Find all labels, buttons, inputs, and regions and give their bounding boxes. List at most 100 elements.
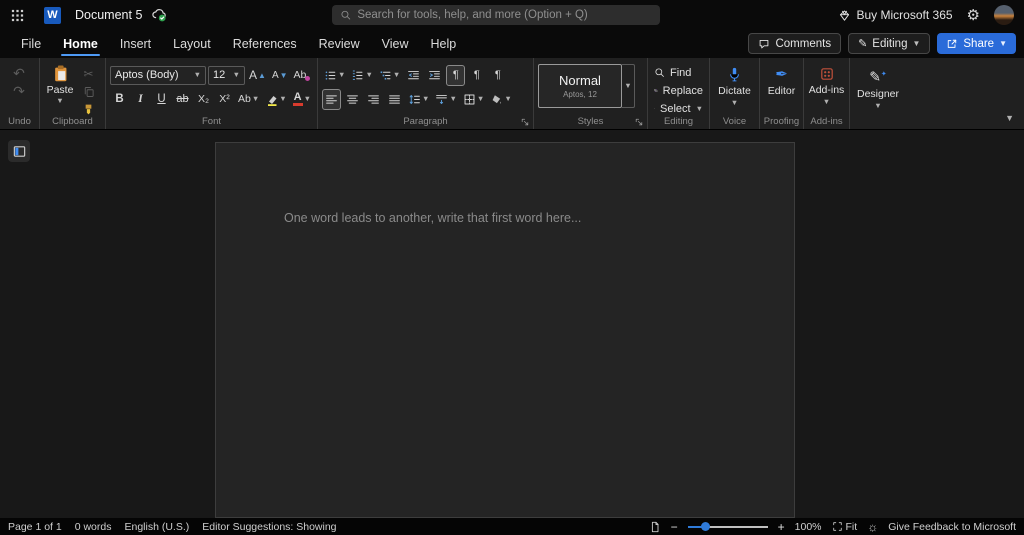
ribbon: ↶ ↷ Undo Paste ▼ ✂ Clipboard Aptos (Body… [0,58,1024,130]
align-right-icon [367,93,380,106]
italic-button[interactable]: I [131,89,150,110]
subscript-button[interactable]: X₂ [194,89,213,110]
saved-to-cloud-icon[interactable] [150,7,168,23]
tab-home[interactable]: Home [52,32,109,56]
redo-button[interactable]: ↷ [13,84,25,98]
app-launcher-button[interactable] [0,0,34,30]
styles-dialog-launcher-icon[interactable] [634,117,644,127]
buy-microsoft-365-button[interactable]: Buy Microsoft 365 [838,8,953,22]
document-page[interactable]: One word leads to another, write that fi… [215,142,795,518]
font-size-value: 12 [213,69,226,81]
align-center-button[interactable] [343,89,362,110]
show-formatting-marks-button[interactable]: ¶ [488,65,507,86]
underline-button[interactable]: U [152,89,171,110]
share-button[interactable]: Share ▼ [937,33,1016,54]
left-to-right-paragraph-button[interactable]: ¶ [446,64,466,86]
style-name: Normal [559,73,601,88]
undo-button[interactable]: ↶ [13,66,25,80]
decrease-indent-button[interactable] [404,65,423,86]
editor-pen-icon: ✒ [775,66,788,83]
page-count-status[interactable]: Page 1 of 1 [8,521,62,533]
strikethrough-button[interactable]: ab [173,89,192,110]
paste-button[interactable]: Paste ▼ [44,64,76,117]
shading-button[interactable]: ▼ [488,89,513,110]
copy-icon [83,86,95,98]
undo-group: ↶ ↷ Undo [0,58,40,129]
paste-label: Paste [46,84,74,96]
undo-group-label: Undo [8,116,31,127]
switch-background-sun-icon[interactable]: ☼ [867,520,878,534]
styles-gallery-expand-button[interactable]: ▼ [622,64,635,108]
word-count-status[interactable]: 0 words [75,521,112,533]
right-to-left-paragraph-button[interactable]: ¶ [467,65,486,86]
zoom-in-button[interactable]: + [778,520,785,534]
fit-to-page-button[interactable]: Fit [832,521,857,533]
dictate-button[interactable]: Dictate ▼ [714,63,755,107]
shrink-font-button[interactable]: A ▼ [270,65,290,86]
font-size-dropdown[interactable]: 12 ▼ [208,65,245,85]
superscript-button[interactable]: X² [215,89,234,110]
paragraph-spacing-icon [435,93,448,106]
borders-button[interactable]: ▼ [461,89,486,110]
tab-layout[interactable]: Layout [162,32,222,56]
zoom-slider[interactable] [687,521,768,533]
settings-gear-icon[interactable]: ⚙ [967,6,980,24]
paragraph-dialog-launcher-icon[interactable] [520,117,530,127]
grow-font-button[interactable]: A ▲ [247,65,268,86]
chevron-down-icon: ▼ [338,70,346,80]
font-color-button[interactable]: A ▼ [291,89,313,110]
format-painter-icon [82,103,95,116]
change-case-button[interactable]: Ab ▼ [236,89,261,110]
editor-suggestions-status[interactable]: Editor Suggestions: Showing [202,521,336,533]
find-button[interactable]: Find [652,64,705,81]
zoom-out-button[interactable]: − [671,520,678,534]
editor-button[interactable]: ✒ Editor [764,63,799,97]
view-mode-button[interactable] [649,521,661,533]
tab-help[interactable]: Help [420,32,468,56]
account-avatar[interactable] [994,5,1014,25]
share-label: Share [963,37,995,50]
clear-formatting-button[interactable]: Ab [292,65,313,86]
word-logo-icon[interactable]: W [44,6,61,24]
select-button[interactable]: Select ▼ [652,100,705,117]
cut-button[interactable]: ✂ [79,66,98,81]
multilevel-list-button[interactable]: ▼ [377,65,402,86]
collapse-ribbon-chevron-icon[interactable]: ▼ [1005,113,1014,123]
language-status[interactable]: English (U.S.) [124,521,189,533]
navigation-pane-toggle-button[interactable] [8,140,30,162]
search-bar[interactable] [332,5,660,25]
document-title[interactable]: Document 5 [75,8,142,22]
align-right-button[interactable] [364,89,383,110]
designer-button[interactable]: ✎✦ Designer ▼ [854,63,902,109]
format-painter-button[interactable] [79,102,98,117]
bold-button[interactable]: B [110,89,129,110]
text-highlight-button[interactable]: ▼ [263,89,288,110]
increase-indent-button[interactable] [425,65,444,86]
tab-view[interactable]: View [371,32,420,56]
line-spacing-button[interactable]: ▼ [406,89,431,110]
tab-references[interactable]: References [222,32,308,56]
tab-file[interactable]: File [10,32,52,56]
zoom-slider-thumb[interactable] [701,522,711,531]
addins-button[interactable]: Add-ins ▼ [808,63,845,106]
font-name-dropdown[interactable]: Aptos (Body) ▼ [110,65,206,85]
replace-button[interactable]: Replace [652,82,705,99]
highlighter-icon [268,95,277,106]
search-input[interactable] [357,9,652,21]
editing-mode-button[interactable]: ✎ Editing ▼ [848,33,931,54]
comments-button[interactable]: Comments [748,33,842,54]
style-detail: Aptos, 12 [563,90,597,99]
justify-button[interactable] [385,89,404,110]
copy-button[interactable] [79,84,98,99]
tab-insert[interactable]: Insert [109,32,162,56]
zoom-level[interactable]: 100% [795,521,822,533]
bullet-list-button[interactable]: ▼ [322,65,347,86]
style-normal-card[interactable]: Normal Aptos, 12 [538,64,622,108]
voice-group: Dictate ▼ Voice [710,58,760,129]
align-center-icon [346,93,359,106]
feedback-link[interactable]: Give Feedback to Microsoft [888,521,1016,533]
paragraph-spacing-button[interactable]: ▼ [433,89,458,110]
numbered-list-button[interactable]: ▼ [349,65,374,86]
align-left-button[interactable] [322,88,341,110]
tab-review[interactable]: Review [308,32,371,56]
